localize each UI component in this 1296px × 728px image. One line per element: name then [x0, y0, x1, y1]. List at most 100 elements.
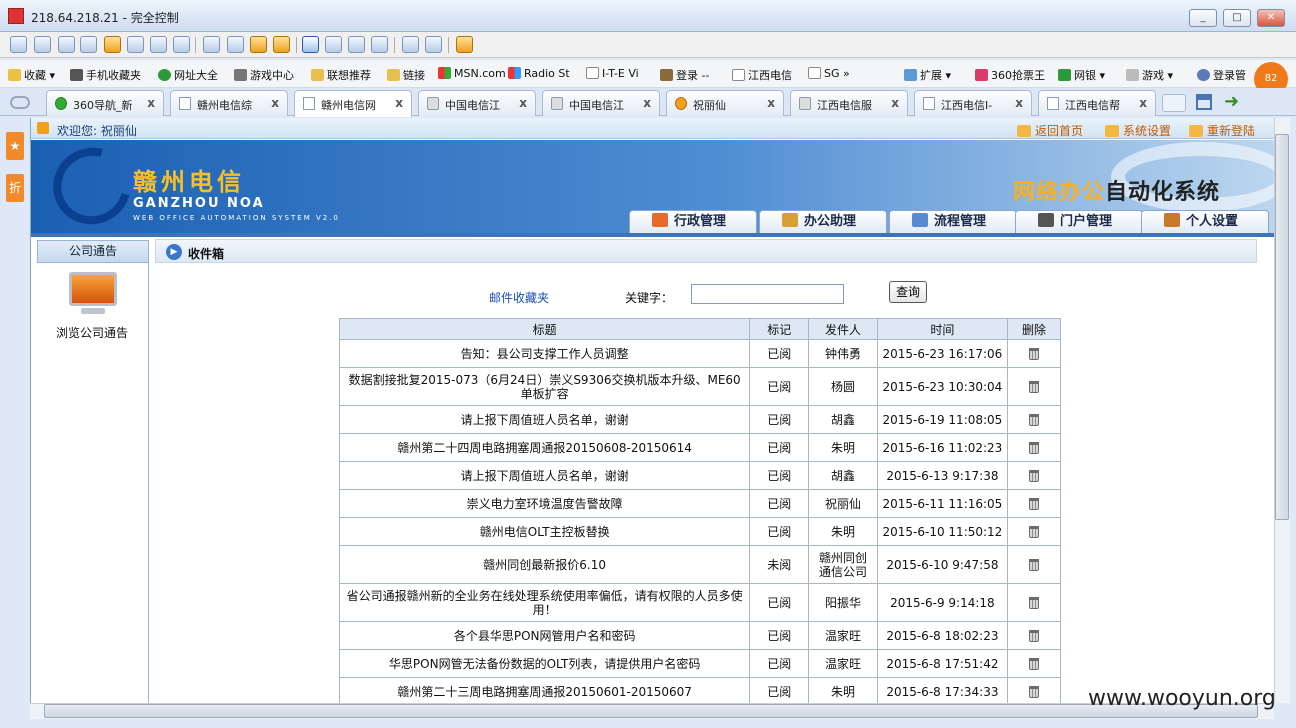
table-row[interactable]: 赣州第二十四周电路拥塞周通报20150608-20150614 已阅 朱明 2015-…: [338, 433, 1062, 462]
mail-subject-link[interactable]: 赣州第二十三周电路拥塞周通报20150601-20150607: [338, 677, 751, 703]
delete-cell[interactable]: [1006, 649, 1062, 678]
tab-jiangxi-help[interactable]: 江西电信帮 x: [1038, 90, 1156, 116]
bookmark-game-center[interactable]: 游戏中心: [234, 67, 294, 83]
trash-icon[interactable]: [1028, 525, 1039, 538]
scale-icon[interactable]: [348, 36, 365, 53]
nav-office-assistant[interactable]: 办公助理: [759, 210, 887, 234]
system-settings-link[interactable]: 系统设置: [1105, 122, 1171, 139]
tab-china-telecom-2[interactable]: 中国电信江 x: [542, 90, 660, 116]
bookmark-msn[interactable]: MSN.com: [438, 67, 506, 80]
bookmark-url-directory[interactable]: 网址大全: [158, 67, 218, 83]
bookmark-favorites[interactable]: 收藏 ▾: [8, 67, 55, 83]
close-tab-icon[interactable]: x: [891, 96, 899, 110]
close-tab-icon[interactable]: x: [147, 96, 155, 110]
delete-cell[interactable]: [1006, 621, 1062, 650]
terminal-icon[interactable]: [58, 36, 75, 53]
delete-cell[interactable]: [1006, 339, 1062, 368]
delete-cell[interactable]: [1006, 367, 1062, 406]
table-row[interactable]: 请上报下周值班人员名单，谢谢 已阅 胡鑫 2015-6-19 11:08:05: [338, 405, 1062, 434]
mail-subject-link[interactable]: 各个县华思PON网管用户名和密码: [338, 621, 751, 650]
close-tab-icon[interactable]: x: [1139, 96, 1147, 110]
delete-cell[interactable]: [1006, 461, 1062, 490]
tab-jiangxi-ite[interactable]: 江西电信I-x: [914, 90, 1032, 116]
fullscreen-icon[interactable]: [302, 36, 319, 53]
table-row[interactable]: 请上报下周值班人员名单，谢谢 已阅 胡鑫 2015-6-13 9:17:38: [338, 461, 1062, 490]
trash-icon[interactable]: [1028, 347, 1039, 360]
bookmark-bank[interactable]: 网银 ▾: [1058, 67, 1105, 83]
trash-icon[interactable]: [1028, 441, 1039, 454]
delete-cell[interactable]: [1006, 489, 1062, 518]
tab-zhu-lixian[interactable]: 祝丽仙 x: [666, 90, 784, 116]
mail-subject-link[interactable]: 省公司通报赣州新的全业务在线处理系统使用率偏低，请有权限的人员多使用！: [338, 583, 751, 622]
sidebar-toggle[interactable]: 折: [6, 174, 24, 202]
power-icon[interactable]: [104, 36, 121, 53]
bookmark-extensions[interactable]: 扩展 ▾: [904, 67, 951, 83]
chat-icon[interactable]: [127, 36, 144, 53]
tab-360-nav[interactable]: 360导航_新 x: [46, 90, 164, 116]
home-icon[interactable]: [1196, 94, 1212, 110]
trash-icon[interactable]: [1028, 558, 1039, 571]
trash-icon[interactable]: [1028, 657, 1039, 670]
query-button[interactable]: 查询: [889, 281, 927, 303]
bookmark-ticket[interactable]: 360抢票王: [975, 67, 1045, 83]
tools-icon[interactable]: [425, 36, 442, 53]
return-home-link[interactable]: 返回首页: [1017, 122, 1083, 139]
nav-admin-management[interactable]: 行政管理: [629, 210, 757, 234]
cloud-icon[interactable]: [10, 96, 30, 109]
mail-subject-link[interactable]: 赣州电信OLT主控板替换: [338, 517, 751, 546]
mail-favorites-link[interactable]: 邮件收藏夹: [489, 289, 549, 306]
table-row[interactable]: 华思PON网管无法备份数据的OLT列表，请提供用户名密码 已阅 温家旺 2015-6-…: [338, 649, 1062, 678]
close-tab-icon[interactable]: x: [767, 96, 775, 110]
mail-subject-link[interactable]: 请上报下周值班人员名单，谢谢: [338, 405, 751, 434]
monitor-icon[interactable]: [69, 272, 117, 316]
horizontal-scroll-thumb[interactable]: [44, 704, 1258, 718]
new-tab-button[interactable]: [1162, 94, 1186, 112]
trash-icon[interactable]: [1028, 596, 1039, 609]
vertical-scroll-thumb[interactable]: [1275, 134, 1289, 520]
bookmark-jiangxi-telecom[interactable]: 江西电信: [732, 67, 792, 83]
upload-icon[interactable]: [203, 36, 220, 53]
unlock-icon[interactable]: [273, 36, 290, 53]
bookmark-login[interactable]: 登录 --: [660, 67, 709, 83]
close-tab-icon[interactable]: x: [519, 96, 527, 110]
table-row[interactable]: 告知：县公司支撑工作人员调整 已阅 钟伟勇 2015-6-23 16:17:06: [338, 339, 1062, 368]
table-row[interactable]: 省公司通报赣州新的全业务在线处理系统使用率偏低，请有权限的人员多使用！ 已阅 阳振华…: [338, 583, 1062, 622]
mail-subject-link[interactable]: 请上报下周值班人员名单，谢谢: [338, 461, 751, 490]
trash-icon[interactable]: [1028, 380, 1039, 393]
close-button[interactable]: ✕: [1257, 9, 1285, 27]
delete-cell[interactable]: [1006, 545, 1062, 584]
relogin-link[interactable]: 重新登陆: [1189, 122, 1255, 139]
nav-process-management[interactable]: 流程管理: [889, 210, 1017, 234]
back-arrow-icon[interactable]: ➜: [1224, 93, 1239, 111]
phone-icon[interactable]: [150, 36, 167, 53]
bookmark-mobile-favorites[interactable]: 手机收藏夹: [70, 67, 141, 83]
switch-icon[interactable]: [402, 36, 419, 53]
trash-icon[interactable]: [1028, 497, 1039, 510]
mail-subject-link[interactable]: 赣州第二十四周电路拥塞周通报20150608-20150614: [338, 433, 751, 462]
close-tab-icon[interactable]: x: [1015, 96, 1023, 110]
trash-icon[interactable]: [1028, 413, 1039, 426]
bookmark-games[interactable]: 游戏 ▾: [1126, 67, 1173, 83]
tab-jiangxi-service[interactable]: 江西电信服 x: [790, 90, 908, 116]
delete-cell[interactable]: [1006, 677, 1062, 703]
bookmark-login-manager[interactable]: 登录管: [1197, 67, 1246, 83]
lock-icon[interactable]: [250, 36, 267, 53]
delete-cell[interactable]: [1006, 405, 1062, 434]
mail-subject-link[interactable]: 崇义电力室环境温度告警故障: [338, 489, 751, 518]
trash-icon[interactable]: [1028, 469, 1039, 482]
disconnect-icon[interactable]: [456, 36, 473, 53]
browse-notices-link[interactable]: 浏览公司通告: [35, 324, 149, 341]
close-tab-icon[interactable]: x: [271, 96, 279, 110]
bookmark-lenovo[interactable]: 联想推荐: [311, 67, 371, 83]
delete-cell[interactable]: [1006, 433, 1062, 462]
close-tab-icon[interactable]: x: [643, 96, 651, 110]
transfer-icon[interactable]: [80, 36, 97, 53]
maximize-button[interactable]: □: [1223, 9, 1251, 27]
mail-subject-link[interactable]: 告知：县公司支撑工作人员调整: [338, 339, 751, 368]
capture-icon[interactable]: [371, 36, 388, 53]
trash-icon[interactable]: [1028, 685, 1039, 698]
nav-portal-management[interactable]: 门户管理: [1015, 210, 1143, 234]
keyword-input[interactable]: [691, 284, 844, 304]
star-icon[interactable]: ★: [6, 132, 24, 160]
tab-ganzhou-comprehensive[interactable]: 赣州电信综 x: [170, 90, 288, 116]
